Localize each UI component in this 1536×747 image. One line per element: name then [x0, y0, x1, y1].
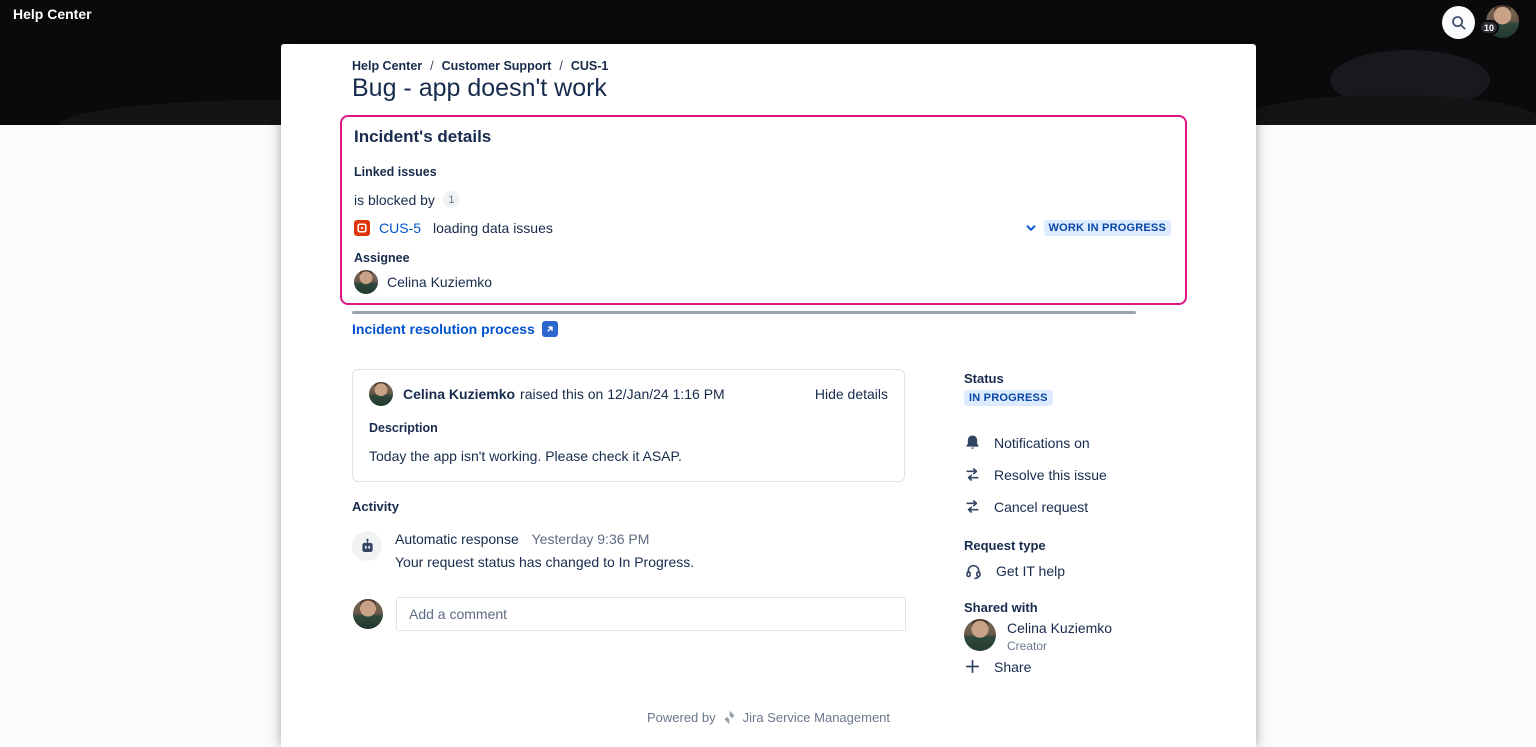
add-comment-row	[353, 597, 906, 631]
resolve-issue-button[interactable]: Resolve this issue	[964, 466, 1107, 483]
request-type-value: Get IT help	[996, 563, 1065, 579]
blocked-by-label: is blocked by	[354, 192, 435, 208]
linked-issue-status-lozenge: WORK IN PROGRESS	[1044, 220, 1172, 236]
share-button[interactable]: Share	[964, 658, 1031, 675]
original-request-card: Celina Kuziemko raised this on 12/Jan/24…	[352, 369, 905, 482]
swap-arrows-icon	[964, 498, 981, 515]
incident-details-box: Incident's details Linked issues is bloc…	[340, 115, 1187, 305]
help-center-title: Help Center	[13, 6, 92, 22]
activity-author: Automatic response	[395, 531, 519, 547]
request-type-row: Get IT help	[964, 561, 1065, 580]
request-type-label: Request type	[964, 538, 1046, 553]
incident-resolution-process-label: Incident resolution process	[352, 321, 535, 337]
shared-person-name: Celina Kuziemko	[1007, 620, 1112, 636]
breadcrumb-help-center[interactable]: Help Center	[352, 59, 422, 73]
incident-resolution-process-link[interactable]: Incident resolution process	[352, 321, 558, 337]
headset-icon	[964, 561, 983, 580]
incident-type-icon	[354, 220, 370, 236]
linked-issue-status-dropdown[interactable]: WORK IN PROGRESS	[1024, 220, 1172, 236]
shared-person-avatar	[964, 619, 996, 651]
powered-by-text: Powered by	[647, 710, 716, 725]
breadcrumb-separator: /	[559, 59, 562, 73]
swap-arrows-icon	[964, 466, 981, 483]
linked-issue-row[interactable]: CUS-5 loading data issues WORK IN PROGRE…	[354, 215, 1171, 241]
assignee-avatar	[354, 270, 378, 294]
notifications-label: Notifications on	[994, 435, 1090, 451]
status-label: Status	[964, 371, 1004, 386]
assignee-row: Celina Kuziemko	[354, 270, 492, 294]
breadcrumb-issue-key[interactable]: CUS-1	[571, 59, 609, 73]
notifications-toggle[interactable]: Notifications on	[964, 434, 1090, 451]
request-detail-card: Help Center / Customer Support / CUS-1 Bug -…	[281, 44, 1256, 747]
activity-message: Your request status has changed to In Pr…	[395, 554, 694, 570]
chevron-down-icon	[1024, 221, 1038, 235]
request-header: Celina Kuziemko raised this on 12/Jan/24…	[369, 382, 888, 406]
linked-issues-label: Linked issues	[354, 165, 437, 179]
assignee-name: Celina Kuziemko	[387, 274, 492, 290]
hide-details-button[interactable]: Hide details	[815, 386, 888, 402]
assignee-label: Assignee	[354, 251, 410, 265]
linked-issue-summary: loading data issues	[433, 220, 553, 236]
description-text: Today the app isn't working. Please chec…	[369, 448, 888, 464]
description-label: Description	[369, 421, 888, 435]
cancel-request-label: Cancel request	[994, 499, 1088, 515]
jira-service-management-link[interactable]: Jira Service Management	[743, 710, 890, 725]
raised-on-text: raised this on 12/Jan/24 1:16 PM	[520, 386, 725, 402]
card-footer: Powered by Jira Service Management	[281, 710, 1256, 725]
shared-person-role: Creator	[1007, 639, 1112, 653]
reporter-name: Celina Kuziemko	[403, 386, 515, 402]
activity-item-body: Automatic response Yesterday 9:36 PM You…	[395, 531, 694, 570]
blocked-by-row: is blocked by 1	[354, 191, 460, 208]
shared-with-label: Shared with	[964, 600, 1038, 615]
activity-heading: Activity	[352, 499, 399, 514]
page-title: Bug - app doesn't work	[352, 74, 607, 103]
search-icon	[1450, 14, 1468, 32]
plus-icon	[964, 658, 981, 675]
bell-icon	[964, 434, 981, 451]
resolve-issue-label: Resolve this issue	[994, 467, 1107, 483]
incident-details-heading: Incident's details	[354, 127, 491, 147]
breadcrumb-separator: /	[430, 59, 433, 73]
activity-item: Automatic response Yesterday 9:36 PM You…	[352, 531, 694, 570]
share-label: Share	[994, 659, 1031, 675]
status-badge: IN PROGRESS	[964, 390, 1053, 406]
search-button[interactable]	[1442, 6, 1475, 39]
shared-person-row: Celina Kuziemko Creator	[964, 619, 1112, 653]
banner-hill-shape	[1240, 95, 1536, 125]
breadcrumb-customer-support[interactable]: Customer Support	[442, 59, 552, 73]
activity-timestamp: Yesterday 9:36 PM	[532, 531, 650, 547]
automation-robot-icon	[352, 531, 382, 561]
reporter-avatar	[369, 382, 393, 406]
blocked-by-count-badge: 1	[443, 191, 460, 208]
notification-count-badge: 10	[1479, 20, 1499, 35]
linked-issue-key[interactable]: CUS-5	[379, 220, 421, 236]
breadcrumb: Help Center / Customer Support / CUS-1	[352, 59, 608, 73]
jira-logo-icon	[722, 710, 737, 725]
external-link-icon	[542, 321, 558, 337]
comment-input[interactable]	[396, 597, 906, 631]
cancel-request-button[interactable]: Cancel request	[964, 498, 1088, 515]
current-user-avatar	[353, 599, 383, 629]
section-divider	[352, 311, 1136, 314]
